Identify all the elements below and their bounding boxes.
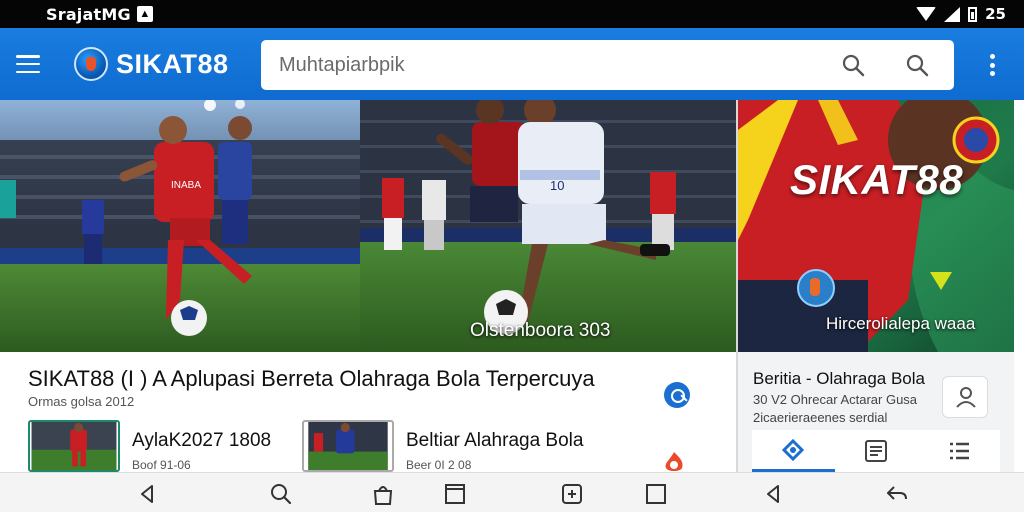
diamond-share-icon [782,438,805,461]
undo-icon[interactable] [886,483,908,505]
hero-image-match-1[interactable]: INABA [0,100,360,352]
page-title: SIKAT88 (I ) A Aplupasi Berreta Olahraga… [28,366,595,391]
share-icon[interactable] [664,382,690,408]
article-meta: Boof 91-06 [132,458,191,472]
tab-menu[interactable] [917,430,1000,472]
player-number: 10 [550,178,564,193]
user-icon [956,387,976,408]
overview-icon[interactable] [645,483,667,505]
kebab-menu-icon[interactable] [988,54,996,76]
square-icon[interactable] [444,483,466,505]
wifi-icon [916,7,937,21]
main-content: SIKAT88 (I ) A Aplupasi Berreta Olahraga… [0,352,736,472]
hero-image-match-2[interactable]: 10 [360,100,736,352]
scan-icon[interactable] [561,483,583,505]
checklist-icon [865,440,887,462]
signal-icon [944,6,961,22]
side-panel-line: 30 V2 Ohrecar Actarar Gusa [753,392,918,407]
notification-icon: ▲ [136,6,153,22]
tab-share[interactable] [752,430,835,472]
hamburger-menu-icon[interactable] [16,55,40,73]
status-icons: 25 [916,5,1006,23]
search-icon[interactable] [841,53,865,77]
side-panel-title: Beritia - Olahraga Bola [753,369,925,388]
battery-icon [968,6,978,22]
status-bar: SrajatMG ▲ 25 [0,0,1024,28]
article-title: AylaK2027 1808 [132,430,272,451]
fire-icon[interactable] [662,452,686,472]
article-title: Beltiar Alahraga Bola [406,430,584,451]
article-thumbnail [302,420,394,472]
system-nav-bar [0,472,1024,512]
search-icon-secondary[interactable] [905,53,929,77]
side-panel: Beritia - Olahraga Bola 30 V2 Ohrecar Ac… [738,352,1014,472]
article-card[interactable]: AylaK2027 1808 Boof 91-06 [28,420,271,472]
back-icon-secondary[interactable] [762,483,784,505]
search-bar [261,40,954,90]
bag-icon[interactable] [372,483,394,505]
side-panel-tabs [752,430,1000,472]
hero-caption-3: Hircerolialepa waaa [826,314,976,333]
user-button[interactable] [942,376,988,418]
status-bar-time: 25 [985,5,1006,23]
side-panel-line: 2icaerieraeenes serdial [753,410,888,425]
article-thumbnail [28,420,120,472]
list-icon [949,442,969,460]
brand-name: SIKAT88 [116,48,229,79]
article-meta: Beer 0I 2 08 [406,458,472,472]
app-bar: SIKAT88 [0,28,1024,100]
back-icon[interactable] [136,483,158,505]
hero-brand-text: SIKAT88 [790,156,964,203]
search-icon[interactable] [270,483,292,505]
search-input[interactable] [279,53,819,77]
article-card[interactable]: Beltiar Alahraga Bola Beer 0I 2 08 [302,420,583,472]
tab-list[interactable] [835,430,918,472]
status-bar-title: SrajatMG [46,4,131,24]
hero-caption-2: Olstenboora 303 [470,320,611,341]
brand-logo [74,47,108,81]
jersey-text: INABA [171,180,201,191]
page-subtitle: Ormas golsa 2012 [28,394,135,409]
